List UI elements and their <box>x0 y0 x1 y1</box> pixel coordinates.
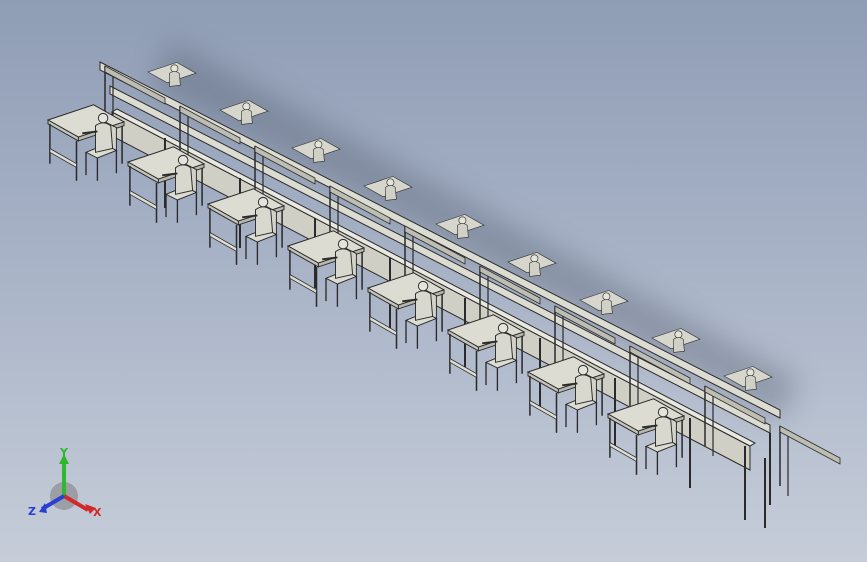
back-worker-head <box>746 368 755 377</box>
back-worker-body <box>169 71 181 87</box>
conveyor-structure <box>99 61 841 528</box>
workstation <box>606 398 686 475</box>
workbench-shelf <box>129 189 157 211</box>
x-axis-label: X <box>93 506 102 519</box>
assembly-line-model[interactable] <box>0 0 867 562</box>
back-worker-body <box>313 147 325 163</box>
z-axis-label: Z <box>28 505 36 518</box>
back-worker-head <box>530 254 539 263</box>
worker-body <box>415 290 434 321</box>
worker-head <box>417 280 429 292</box>
worker-body <box>655 416 674 447</box>
workbench-shelf <box>289 273 317 295</box>
back-worker-body <box>673 337 685 353</box>
workstation <box>206 188 286 265</box>
back-worker-head <box>242 102 251 111</box>
coordinate-triad: Y X Z <box>28 448 102 519</box>
workbench-shelf <box>209 231 237 253</box>
workbench-shelf <box>369 315 397 337</box>
back-worker-head <box>602 292 611 301</box>
worker-head <box>497 322 509 334</box>
back-worker-body <box>601 299 613 315</box>
worker-body <box>95 122 114 153</box>
light-hood <box>779 425 841 465</box>
workbench-shelf <box>609 441 637 463</box>
worker-head <box>337 238 349 250</box>
back-worker-body <box>745 375 757 391</box>
back-worker-head <box>314 140 323 149</box>
worker-body <box>575 374 594 405</box>
workbench-shelf <box>49 147 77 169</box>
back-worker-head <box>386 178 395 187</box>
back-worker-body <box>529 261 541 277</box>
worker-body <box>175 164 194 195</box>
top-rail-outer <box>99 61 781 419</box>
worker-head <box>257 196 269 208</box>
back-worker-body <box>457 223 469 239</box>
worker-body <box>255 206 274 237</box>
worker-head <box>97 112 109 124</box>
worker-head <box>577 364 589 376</box>
3d-viewport[interactable]: Y X Z <box>0 0 867 562</box>
workstation <box>46 104 126 181</box>
back-worker-head <box>674 330 683 339</box>
top-rail-inner <box>109 85 771 434</box>
workbench-shelf <box>529 399 557 421</box>
worker-body <box>495 332 514 363</box>
back-worker-body <box>385 185 397 201</box>
back-worker-head <box>170 64 179 73</box>
workbench-shelf <box>449 357 477 379</box>
floor-shadow <box>150 40 800 420</box>
back-worker-head <box>458 216 467 225</box>
back-row-workstations <box>147 62 773 391</box>
workstation <box>446 314 526 391</box>
worker-body <box>335 248 354 279</box>
back-worker-body <box>241 109 253 125</box>
worker-head <box>177 154 189 166</box>
workstation <box>286 230 366 307</box>
y-axis-label: Y <box>59 448 69 459</box>
worker-head <box>657 406 669 418</box>
conveyor-belt-top <box>110 108 757 447</box>
workstation <box>366 272 446 349</box>
